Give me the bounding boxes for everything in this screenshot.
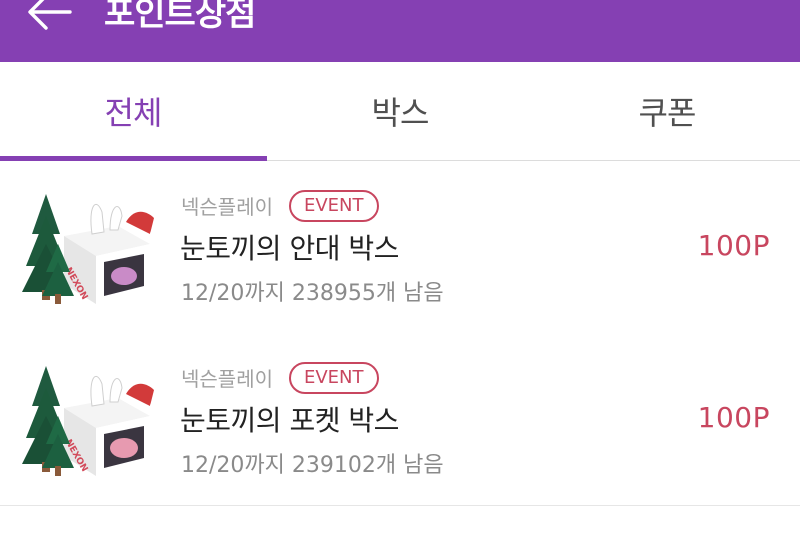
list-item[interactable]: NEXON 넥슨플레이 EVENT 눈토끼의 포켓 박스 12/20까지 239… [0, 333, 800, 506]
item-remaining: 12/20까지 238955개 남음 [181, 281, 444, 306]
item-title: 눈토끼의 안대 박스 [180, 232, 399, 265]
item-price[interactable]: 100P [698, 229, 770, 262]
back-button[interactable] [22, 0, 78, 42]
event-badge: EVENT [289, 362, 379, 394]
tab-bar: 전체 박스 쿠폰 [0, 62, 800, 161]
tab-box[interactable]: 박스 [267, 62, 533, 160]
publisher-label: 넥슨플레이 [181, 367, 273, 391]
tab-all[interactable]: 전체 [0, 62, 266, 160]
item-title: 눈토끼의 포켓 박스 [180, 404, 399, 437]
point-shop-screen: 포인트상점 전체 박스 쿠폰 NEXON 넥슨플레이 EVENT 눈토끼의 안대… [0, 0, 800, 545]
nexon-rabbit-box-icon: NEXON [22, 194, 158, 304]
tab-coupon[interactable]: 쿠폰 [534, 62, 800, 160]
app-header: 포인트상점 [0, 0, 800, 62]
event-badge: EVENT [289, 190, 379, 222]
item-remaining: 12/20까지 239102개 남음 [181, 453, 444, 478]
publisher-label: 넥슨플레이 [181, 195, 273, 219]
item-price[interactable]: 100P [698, 401, 770, 434]
nexon-rabbit-box-icon: NEXON [22, 366, 158, 476]
page-title: 포인트상점 [104, 0, 256, 34]
list-item[interactable]: NEXON 넥슨플레이 EVENT 눈토끼의 안대 박스 12/20까지 238… [0, 161, 800, 334]
arrow-left-icon [28, 0, 72, 30]
